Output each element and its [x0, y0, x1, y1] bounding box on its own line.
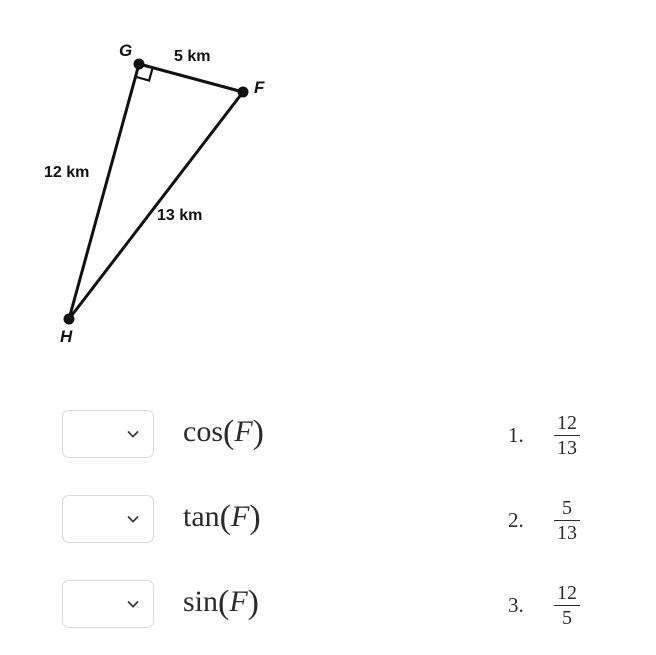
side-gh-line [67, 62, 141, 321]
open-paren: ( [223, 414, 235, 451]
triangle-figure: G F H 5 km 12 km 13 km [0, 0, 656, 380]
side-label-gh: 12 km [44, 164, 90, 181]
option-item-1: 1. 12 13 [508, 412, 580, 460]
close-paren: ) [252, 414, 264, 451]
close-paren: ) [249, 499, 261, 536]
trig-expression-sin: sin(F) [183, 584, 259, 621]
fraction-numerator: 12 [557, 582, 577, 604]
fraction-numerator: 5 [562, 497, 572, 519]
trig-expression-tan: tan(F) [183, 499, 261, 536]
side-label-fh: 13 km [157, 207, 203, 224]
vertex-dot-h [63, 313, 75, 325]
vertex-label-h: H [60, 327, 73, 346]
trig-function-name: sin [183, 585, 219, 618]
option-number: 3. [508, 593, 524, 618]
side-fh-line [67, 90, 245, 321]
vertex-dot-g [133, 58, 145, 70]
trig-variable: F [234, 415, 253, 448]
option-fraction: 12 13 [554, 412, 580, 460]
trig-function-name: cos [183, 415, 223, 448]
fraction-denominator: 5 [562, 607, 572, 630]
trig-variable: F [229, 585, 248, 618]
fraction-denominator: 13 [557, 437, 577, 460]
open-paren: ( [218, 584, 230, 621]
trig-variable: F [230, 500, 250, 533]
chevron-down-icon [127, 598, 139, 610]
trig-function-name: tan [183, 500, 220, 533]
open-paren: ( [219, 499, 231, 536]
option-number: 2. [508, 508, 524, 533]
close-paren: ) [247, 584, 259, 621]
match-row: cos(F) 1. 12 13 [0, 396, 656, 472]
vertex-dot-f [237, 86, 249, 98]
fraction-numerator: 12 [557, 412, 577, 434]
answer-dropdown-tan[interactable] [62, 495, 154, 543]
side-gf-line [137, 62, 245, 94]
answer-dropdown-cos[interactable] [62, 410, 154, 458]
option-item-3: 3. 12 5 [508, 582, 580, 630]
trig-expression-cos: cos(F) [183, 414, 264, 451]
answer-dropdown-sin[interactable] [62, 580, 154, 628]
option-item-2: 2. 5 13 [508, 497, 580, 545]
match-row: sin(F) 3. 12 5 [0, 566, 656, 642]
chevron-down-icon [127, 513, 139, 525]
option-number: 1. [508, 423, 524, 448]
matching-question-area: cos(F) 1. 12 13 tan(F) 2. 5 13 sin(F) 3.… [0, 380, 656, 655]
side-label-gf: 5 km [174, 48, 211, 65]
option-fraction: 12 5 [554, 582, 580, 630]
chevron-down-icon [127, 428, 139, 440]
option-fraction: 5 13 [554, 497, 580, 545]
triangle-drawing [63, 58, 249, 325]
vertex-label-f: F [254, 78, 265, 97]
fraction-denominator: 13 [557, 522, 577, 545]
match-row: tan(F) 2. 5 13 [0, 481, 656, 557]
vertex-label-g: G [119, 41, 133, 60]
